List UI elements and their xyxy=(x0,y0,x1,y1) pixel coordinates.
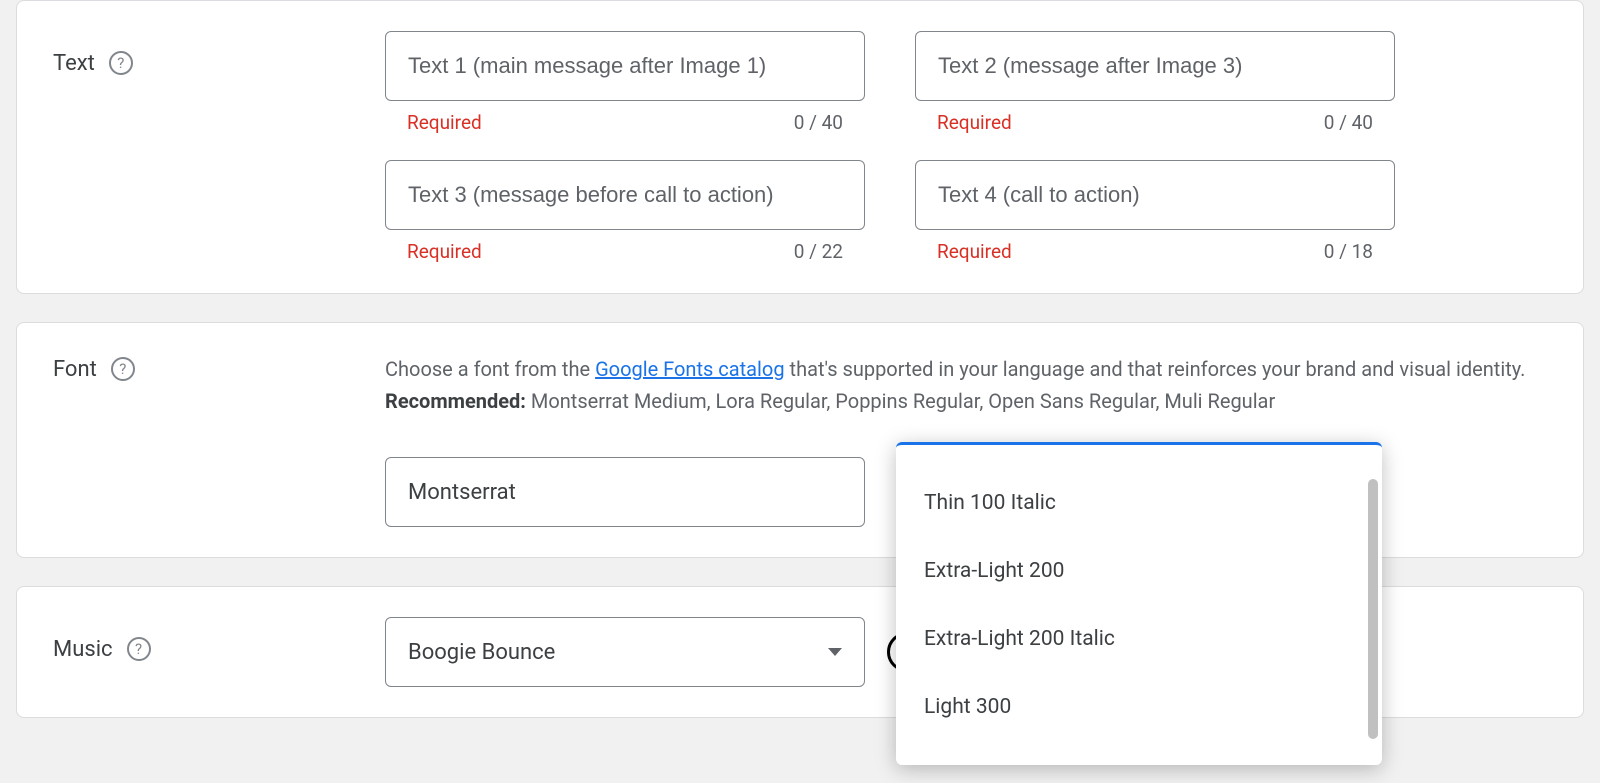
dropdown-option[interactable]: Extra-Light 200 xyxy=(896,537,1382,605)
scrollbar[interactable] xyxy=(1368,479,1378,739)
text-field-2: Required 0 / 40 xyxy=(915,31,1395,134)
dropdown-option[interactable]: Thin 100 Italic xyxy=(896,469,1382,537)
text-field-1: Required 0 / 40 xyxy=(385,31,865,134)
font-desc-post: that's supported in your language and th… xyxy=(785,357,1526,381)
required-label: Required xyxy=(937,240,1012,263)
google-fonts-link[interactable]: Google Fonts catalog xyxy=(595,357,785,381)
help-icon[interactable]: ? xyxy=(109,51,133,75)
text-input-2[interactable] xyxy=(915,31,1395,101)
chevron-down-icon xyxy=(828,648,842,656)
required-label: Required xyxy=(407,111,482,134)
text-section: Text ? Required 0 / 40 Required 0 / 40 xyxy=(16,0,1584,294)
required-label: Required xyxy=(407,240,482,263)
text-input-3[interactable] xyxy=(385,160,865,230)
text-input-4[interactable] xyxy=(915,160,1395,230)
text-field-3: Required 0 / 22 xyxy=(385,160,865,263)
music-select[interactable]: Boogie Bounce xyxy=(385,617,865,687)
font-desc-pre: Choose a font from the xyxy=(385,357,595,381)
text-field-4: Required 0 / 18 xyxy=(915,160,1395,263)
section-label-music: Music xyxy=(53,637,113,662)
music-value: Boogie Bounce xyxy=(408,640,555,665)
recommended-list: Montserrat Medium, Lora Regular, Poppins… xyxy=(526,389,1275,413)
char-count: 0 / 18 xyxy=(1324,240,1373,263)
font-description: Choose a font from the Google Fonts cata… xyxy=(385,353,1547,417)
char-count: 0 / 22 xyxy=(794,240,843,263)
recommended-label: Recommended: xyxy=(385,389,526,413)
section-label-font: Font xyxy=(53,357,97,382)
dropdown-option[interactable]: Light 300 xyxy=(896,673,1382,741)
font-label-group: Font ? xyxy=(53,353,385,527)
char-count: 0 / 40 xyxy=(1324,111,1373,134)
char-count: 0 / 40 xyxy=(794,111,843,134)
music-label-group: Music ? xyxy=(53,617,385,687)
help-icon[interactable]: ? xyxy=(127,637,151,661)
text-input-1[interactable] xyxy=(385,31,865,101)
required-label: Required xyxy=(937,111,1012,134)
font-family-select[interactable]: Montserrat xyxy=(385,457,865,527)
help-icon[interactable]: ? xyxy=(111,357,135,381)
font-family-value: Montserrat xyxy=(408,480,516,505)
font-weight-dropdown[interactable]: Thin 100 Italic Extra-Light 200 Extra-Li… xyxy=(896,442,1382,765)
dropdown-option[interactable]: Extra-Light 200 Italic xyxy=(896,605,1382,673)
section-label-text: Text xyxy=(53,51,95,76)
text-label-group: Text ? xyxy=(53,31,385,263)
